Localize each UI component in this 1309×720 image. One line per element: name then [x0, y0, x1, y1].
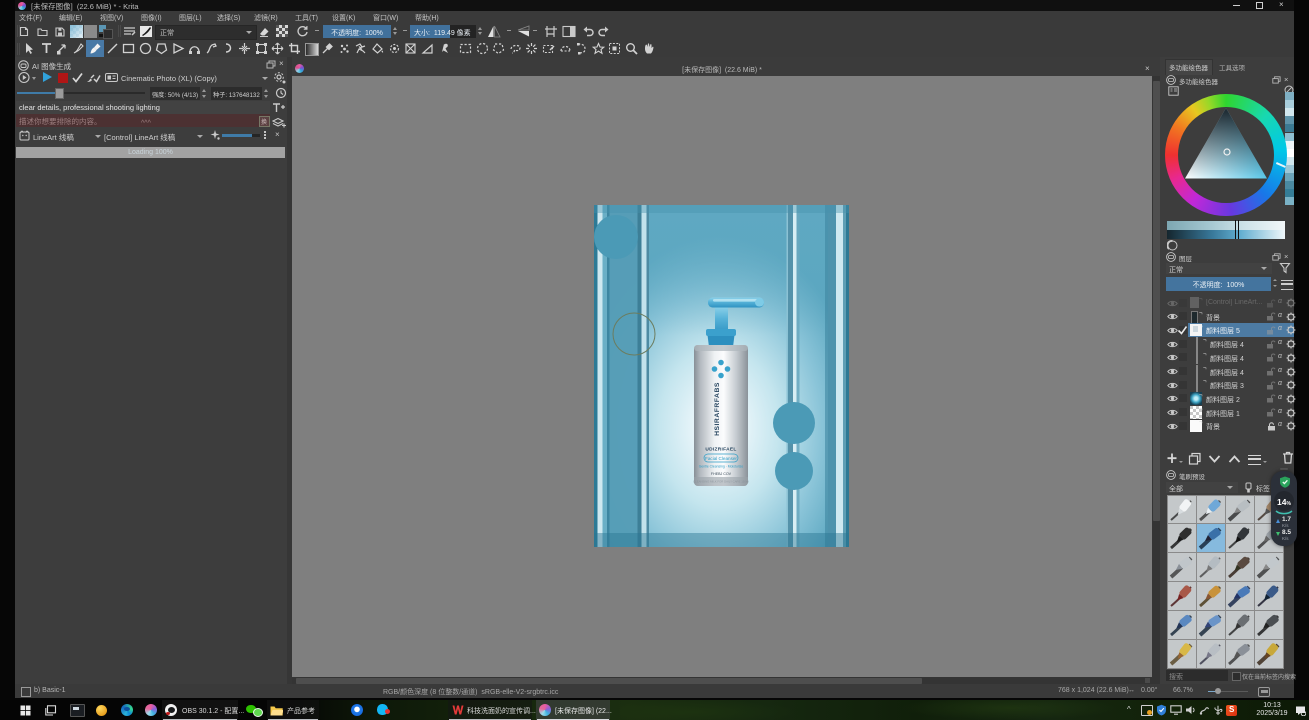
- svg-text:FHEBJ COV: FHEBJ COV: [711, 472, 732, 476]
- svg-text:UDIZRIFAEL: UDIZRIFAEL: [705, 447, 736, 453]
- svg-text:Facial Cleanser: Facial Cleanser: [705, 456, 737, 461]
- svg-text:HSIRAFRFABS: HSIRAFRFABS: [714, 382, 721, 436]
- svg-text:Gentle Cleansing · Moisturize: Gentle Cleansing · Moisturize: [699, 465, 744, 469]
